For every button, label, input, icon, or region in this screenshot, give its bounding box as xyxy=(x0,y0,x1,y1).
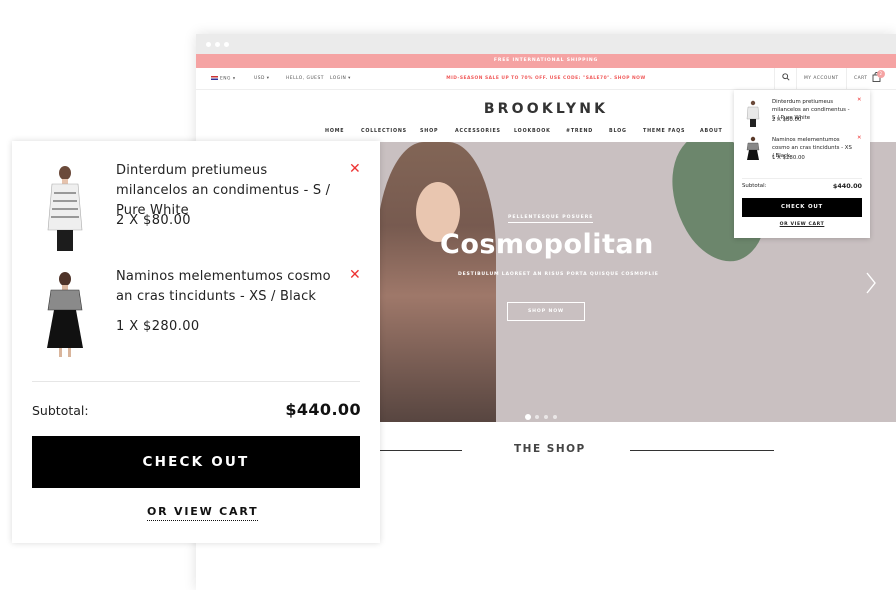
nav-collections[interactable]: COLLECTIONS xyxy=(361,129,407,134)
divider xyxy=(846,68,847,90)
divider xyxy=(742,178,862,179)
cart-item-qty-price: 2 X $80.00 xyxy=(116,213,191,228)
mini-cart-item-qty: 1 X $280.00 xyxy=(772,155,805,161)
nav-lookbook[interactable]: LOOKBOOK xyxy=(514,129,551,134)
divider xyxy=(796,68,797,90)
nav-theme-faqs[interactable]: THEME FAQS xyxy=(643,129,685,134)
nav-blog[interactable]: BLOG xyxy=(609,129,627,134)
close-icon[interactable]: ✕ xyxy=(857,135,862,141)
hero-headline: Cosmopolitan xyxy=(440,229,654,260)
close-icon[interactable]: ✕ xyxy=(349,161,361,177)
promo-bar: FREE INTERNATIONAL SHIPPING xyxy=(196,54,896,68)
window-dot[interactable] xyxy=(224,42,229,47)
product-image[interactable] xyxy=(45,165,85,253)
hero-kicker: PELLENTESQUE POSUERE xyxy=(508,215,594,223)
subtotal-value: $440.00 xyxy=(285,400,361,419)
slider-dots xyxy=(526,404,562,422)
cart-panel: Dinterdum pretiumeus milancelos an condi… xyxy=(12,141,380,543)
browser-titlebar xyxy=(196,34,896,54)
window-dot[interactable] xyxy=(206,42,211,47)
slider-dot[interactable] xyxy=(535,415,539,419)
search-icon[interactable] xyxy=(782,73,790,83)
subtotal-label: Subtotal: xyxy=(32,403,89,418)
nav-accessories[interactable]: ACCESSORIES xyxy=(455,129,501,134)
mini-cart-subtotal-value: $440.00 xyxy=(832,182,862,190)
product-thumbnail[interactable] xyxy=(746,136,760,164)
shop-now-button[interactable]: SHOP NOW xyxy=(507,302,585,321)
product-image[interactable] xyxy=(45,271,85,359)
sale-banner[interactable]: MID-SEASON SALE UP TO 70% OFF. USE CODE:… xyxy=(196,76,896,81)
hero-subtitle: DESTIBULUM LAOREET AN RISUS PORTA QUISQU… xyxy=(458,272,659,277)
mini-checkout-button[interactable]: CHECK OUT xyxy=(742,198,862,217)
cart-item-name[interactable]: Naminos melementumos cosmo an cras tinci… xyxy=(116,267,336,307)
slider-dot[interactable] xyxy=(553,415,557,419)
slider-dot[interactable] xyxy=(526,415,530,419)
mini-view-cart-link[interactable]: OR VIEW CART xyxy=(734,222,870,227)
section-title: THE SHOP xyxy=(514,443,586,455)
window-dot[interactable] xyxy=(215,42,220,47)
nav-trend[interactable]: #TREND xyxy=(566,129,593,134)
my-account-link[interactable]: MY ACCOUNT xyxy=(804,76,839,81)
nav-about[interactable]: ABOUT xyxy=(700,129,723,134)
cart-count-badge: 2 xyxy=(877,70,885,78)
nav-home[interactable]: HOME xyxy=(325,129,344,134)
mini-cart-item-qty: 2 X $80.00 xyxy=(772,117,802,123)
cart-item-name[interactable]: Dinterdum pretiumeus milancelos an condi… xyxy=(116,161,336,221)
mini-cart-subtotal-label: Subtotal: xyxy=(742,183,767,189)
view-cart-link[interactable]: OR VIEW CART xyxy=(147,505,259,521)
divider xyxy=(774,68,775,90)
chevron-right-icon[interactable] xyxy=(864,270,878,302)
cart-link[interactable]: CART xyxy=(854,76,867,81)
close-icon[interactable]: ✕ xyxy=(857,97,862,103)
checkout-button[interactable]: CHECK OUT xyxy=(32,436,360,488)
cart-item-qty-price: 1 X $280.00 xyxy=(116,319,200,334)
topbar: ENG ▾ USD ▾ HELLO, GUEST LOGIN ▾ MID-SEA… xyxy=(196,68,896,90)
slider-dot[interactable] xyxy=(544,415,548,419)
nav-shop[interactable]: SHOP xyxy=(420,129,438,134)
product-thumbnail[interactable] xyxy=(746,100,760,128)
mini-cart-dropdown: Dinterdum pretiumeus milancelos an condi… xyxy=(734,90,870,238)
close-icon[interactable]: ✕ xyxy=(349,267,361,283)
divider xyxy=(32,381,360,382)
section-line xyxy=(630,450,774,451)
